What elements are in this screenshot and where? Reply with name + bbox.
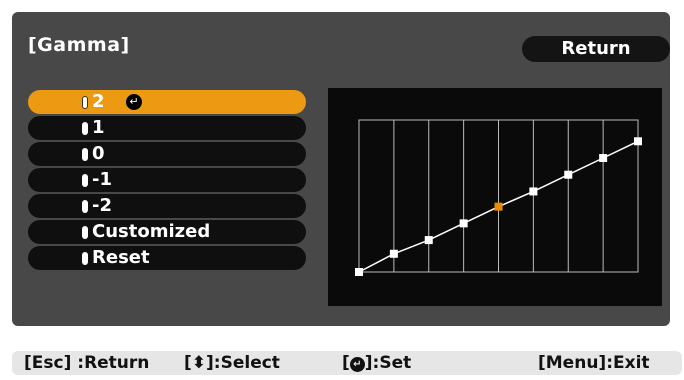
menu-item-label: Customized [92,221,211,242]
return-button[interactable]: Return [522,36,670,62]
page-title: [Gamma] [28,34,130,56]
level-bar-icon [82,200,88,213]
gamma-graph [328,88,662,306]
menu-item-label: -1 [92,169,112,190]
gamma-point[interactable] [424,236,433,245]
enter-icon: ↵ [126,94,142,110]
gamma-point[interactable] [459,219,468,228]
gamma-point-selected[interactable] [494,202,503,211]
gamma-point[interactable] [529,187,538,196]
hint-esc-return: [Esc] :Return [24,353,150,373]
status-bar: [Esc] :Return [⬍]:Select [↵]:Set [Menu]:… [12,351,682,375]
menu-item-reset[interactable]: Reset [28,246,306,270]
hint-select: [⬍]:Select [184,351,280,375]
menu-item-minus-2[interactable]: -2 [28,194,306,218]
updown-arrow-icon: ⬍ [191,353,207,373]
level-bar-icon [82,174,88,187]
menu-item-label: 0 [92,143,105,164]
enter-icon: ↵ [349,357,365,372]
menu-item-label: Reset [92,247,150,268]
gamma-panel: [Gamma] Return 2 ↵ 1 0 -1 -2 Customized [12,12,670,326]
menu-item-label: 1 [92,117,105,138]
menu-item-1[interactable]: 1 [28,116,306,140]
menu-item-minus-1[interactable]: -1 [28,168,306,192]
hint-select-suffix: ]:Select [206,353,280,373]
hint-menu-exit: [Menu]:Exit [538,353,650,373]
level-bar-icon [82,96,88,109]
gamma-menu: 2 ↵ 1 0 -1 -2 Customized Reset [28,90,306,272]
menu-item-2[interactable]: 2 ↵ [28,90,306,114]
level-bar-icon [82,226,88,239]
level-bar-icon [82,148,88,161]
menu-item-customized[interactable]: Customized [28,220,306,244]
hint-set-suffix: ]:Set [364,353,412,373]
gamma-point[interactable] [634,137,642,146]
gamma-point[interactable] [564,170,573,179]
level-bar-icon [82,252,88,265]
menu-item-label: -2 [92,195,112,216]
menu-item-label: 2 [92,91,105,112]
menu-item-0[interactable]: 0 [28,142,306,166]
level-bar-icon [82,122,88,135]
hint-select-prefix: [ [184,353,192,373]
hint-set-prefix: [ [342,353,350,373]
gamma-point[interactable] [389,249,398,258]
gamma-curve-chart [355,119,642,276]
gamma-point[interactable] [355,268,363,276]
gamma-point[interactable] [599,154,608,162]
hint-set: [↵]:Set [342,351,411,375]
